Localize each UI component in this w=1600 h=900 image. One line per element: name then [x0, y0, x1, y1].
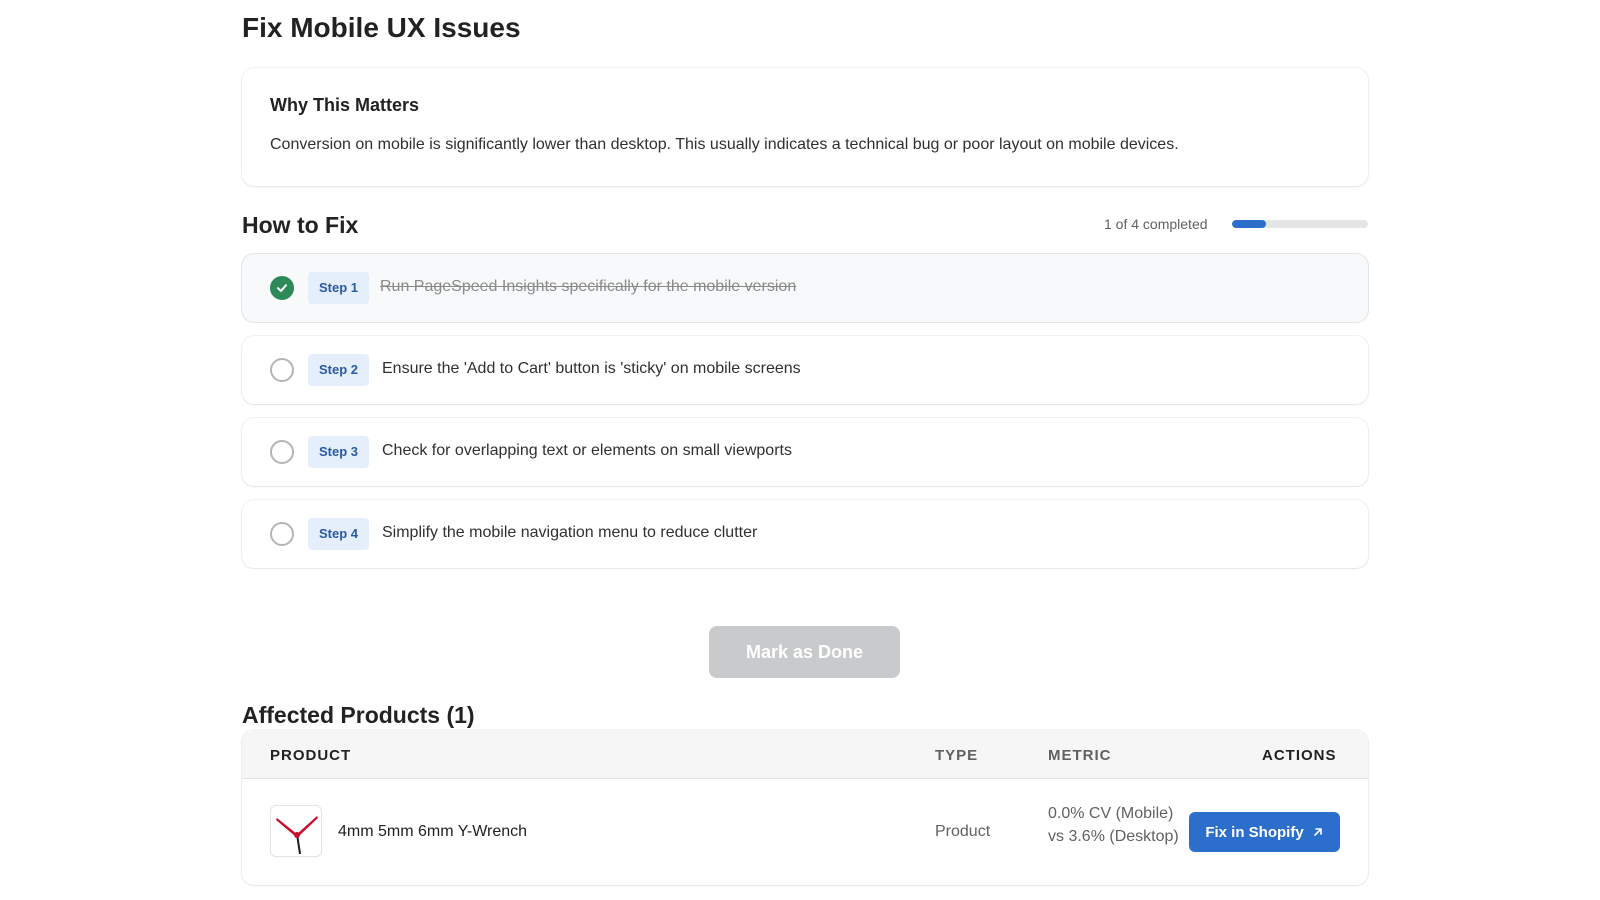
step-text: Run PageSpeed Insights specifically for … — [380, 278, 797, 295]
step-text: Simplify the mobile navigation menu to r… — [382, 524, 758, 541]
fix-in-shopify-label: Fix in Shopify — [1205, 823, 1304, 841]
page-title: Fix Mobile UX Issues — [242, 12, 521, 43]
step-badge: Step 4 — [308, 518, 370, 550]
column-header-type: TYPE — [935, 747, 979, 764]
step-badge: Step 1 — [308, 272, 370, 304]
product-metric: 0.0% CV (Mobile) vs 3.6% (Desktop) — [1048, 805, 1179, 845]
step-badge: Step 2 — [308, 354, 370, 386]
why-body: Conversion on mobile is significantly lo… — [270, 136, 1179, 153]
step-item-2: Step 2 Ensure the 'Add to Cart' button i… — [242, 336, 1368, 404]
column-header-product: PRODUCT — [270, 747, 352, 764]
product-thumbnail — [270, 805, 322, 857]
why-title: Why This Matters — [270, 95, 420, 115]
step-checkbox-1[interactable] — [270, 276, 294, 300]
progress-bar-fill — [1232, 220, 1266, 228]
y-wrench-icon — [276, 816, 318, 854]
checkmark-icon — [277, 284, 287, 292]
step-text: Check for overlapping text or elements o… — [382, 442, 792, 459]
why-this-matters-card: Why This Matters Conversion on mobile is… — [242, 68, 1368, 186]
product-type: Product — [935, 823, 991, 840]
affected-products-title: Affected Products (1) — [242, 702, 475, 728]
how-to-fix-title: How to Fix — [242, 212, 359, 238]
step-item-3: Step 3 Check for overlapping text or ele… — [242, 418, 1368, 486]
step-checkbox-2[interactable] — [270, 358, 294, 382]
step-item-4: Step 4 Simplify the mobile navigation me… — [242, 500, 1368, 568]
table-row: 4mm 5mm 6mm Y-Wrench Product 0.0% CV (Mo… — [242, 780, 1368, 884]
step-text: Ensure the 'Add to Cart' button is 'stic… — [382, 360, 801, 377]
fix-in-shopify-button[interactable]: Fix in Shopify — [1189, 812, 1340, 852]
column-header-actions: ACTIONS — [1262, 747, 1337, 764]
step-badge: Step 3 — [308, 436, 370, 468]
step-checkbox-4[interactable] — [270, 522, 294, 546]
mark-as-done-button[interactable]: Mark as Done — [709, 626, 900, 678]
step-checkbox-3[interactable] — [270, 440, 294, 464]
column-header-metric: METRIC — [1048, 747, 1112, 764]
product-name[interactable]: 4mm 5mm 6mm Y-Wrench — [338, 823, 527, 841]
step-item-1: Step 1 Run PageSpeed Insights specifical… — [242, 254, 1368, 322]
table-header: PRODUCT TYPE METRIC ACTIONS — [242, 730, 1368, 779]
affected-products-table: PRODUCT TYPE METRIC ACTIONS 4mm 5mm 6mm … — [242, 730, 1368, 885]
progress-text: 1 of 4 completed — [1104, 216, 1208, 232]
external-link-icon — [1313, 828, 1322, 836]
progress-bar — [1232, 220, 1368, 228]
